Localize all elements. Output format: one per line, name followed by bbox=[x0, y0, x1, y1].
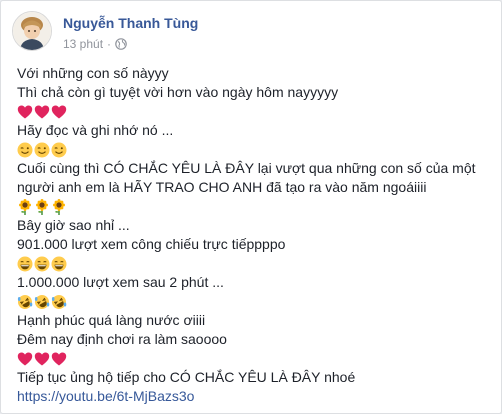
sunflower-icon bbox=[17, 198, 33, 215]
emoji-row-hearts bbox=[17, 349, 487, 368]
post-text-line: Hãy đọc và ghi nhớ nó ... bbox=[17, 122, 174, 138]
rofl-face-icon bbox=[51, 294, 67, 310]
emoji-row-grin bbox=[17, 254, 487, 273]
meta-separator: · bbox=[107, 37, 112, 51]
post-text-line: Tiếp tục ủng hộ tiếp cho CÓ CHẮC YÊU LÀ … bbox=[17, 369, 356, 385]
avatar-icon[interactable] bbox=[12, 11, 52, 51]
heart-icon bbox=[34, 351, 50, 367]
heart-icon bbox=[51, 351, 67, 367]
post-meta: 13 phút · bbox=[63, 37, 127, 51]
sunflower-icon bbox=[51, 198, 67, 215]
grin-face-icon bbox=[17, 256, 33, 272]
post-card: Nguyễn Thanh Tùng 13 phút · Với những co… bbox=[0, 0, 502, 414]
post-text-line: người anh em là HÃY TRAO CHO ANH đã tạo … bbox=[17, 179, 427, 195]
youtube-link[interactable]: https://youtu.be/6t-MjBazs3o bbox=[17, 387, 487, 406]
emoji-row-sunflower bbox=[17, 197, 487, 216]
author-name[interactable]: Nguyễn Thanh Tùng bbox=[63, 15, 198, 31]
post-text-line: Bây giờ sao nhỉ ... bbox=[17, 217, 130, 233]
post-text-line: Cuối cùng thì CÓ CHẮC YÊU LÀ ĐÂY lại vượ… bbox=[17, 160, 476, 176]
rofl-face-icon bbox=[17, 294, 33, 310]
emoji-row-wink bbox=[17, 140, 487, 159]
grin-face-icon bbox=[34, 256, 50, 272]
heart-icon bbox=[17, 351, 33, 367]
wink-face-icon bbox=[17, 142, 33, 158]
emoji-row-hearts bbox=[17, 102, 487, 121]
post-text-line: Đêm nay định chơi ra làm saoooo bbox=[17, 331, 227, 347]
wink-face-icon bbox=[34, 142, 50, 158]
post-text-line: Thì chả còn gì tuyệt vời hơn vào ngày hô… bbox=[17, 84, 339, 100]
post-text-line: 1.000.000 lượt xem sau 2 phút ... bbox=[17, 274, 224, 290]
post-body: Với những con số nàyyy Thì chả còn gì tu… bbox=[17, 64, 487, 406]
post-text-line: Hạnh phúc quá làng nước ơiiii bbox=[17, 312, 206, 328]
wink-face-icon bbox=[51, 142, 67, 158]
grin-face-icon bbox=[51, 256, 67, 272]
post-text-line: 901.000 lượt xem công chiếu trực tiếpppp… bbox=[17, 236, 286, 252]
rofl-face-icon bbox=[34, 294, 50, 310]
heart-icon bbox=[34, 104, 50, 120]
heart-icon bbox=[17, 104, 33, 120]
post-timestamp[interactable]: 13 phút bbox=[63, 37, 103, 51]
post-text-line: Với những con số nàyyy bbox=[17, 65, 169, 81]
heart-icon bbox=[51, 104, 67, 120]
globe-icon[interactable] bbox=[115, 38, 127, 50]
sunflower-icon bbox=[34, 198, 50, 215]
emoji-row-rofl bbox=[17, 292, 487, 311]
